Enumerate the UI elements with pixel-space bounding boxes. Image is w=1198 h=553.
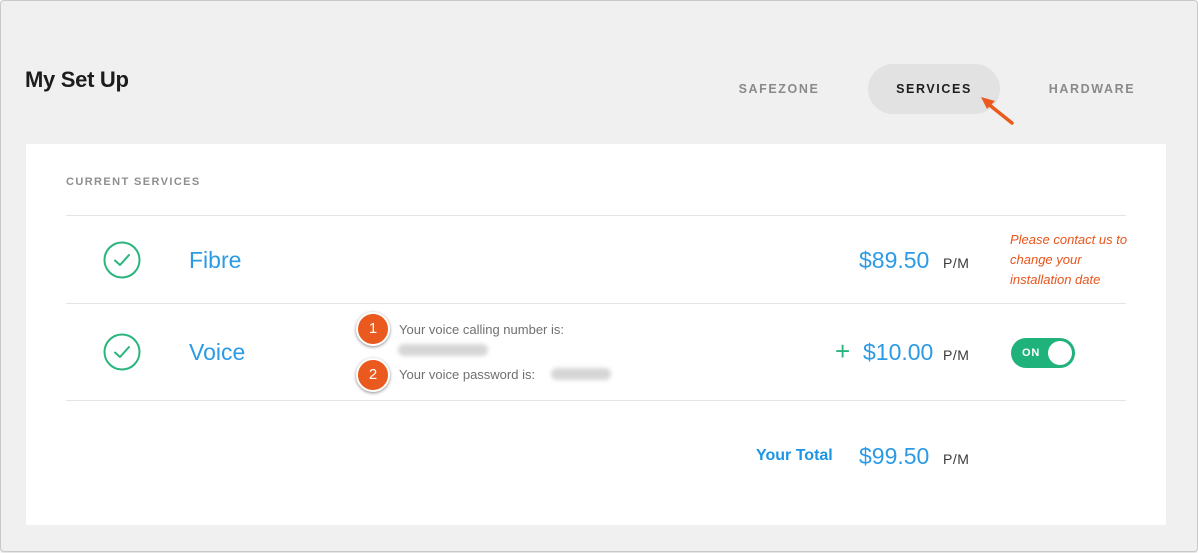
annotation-badge-1: 1 [356, 312, 390, 346]
voice-toggle[interactable]: ON [1011, 338, 1075, 368]
check-circle-icon [103, 241, 141, 279]
calling-number-label: Your voice calling number is: [399, 322, 564, 337]
annotation-badge-2: 2 [356, 358, 390, 392]
service-name-fibre: Fibre [189, 247, 242, 273]
price-fibre: $89.50 [859, 247, 930, 273]
redacted-password [551, 368, 611, 380]
section-heading: CURRENT SERVICES [66, 176, 201, 188]
total-price: $99.50 [859, 443, 930, 469]
plus-icon: + [835, 336, 851, 366]
total-period: P/M [943, 451, 970, 467]
setup-panel: My Set Up SAFEZONE SERVICES HARDWARE CUR… [0, 0, 1198, 552]
tab-safezone[interactable]: SAFEZONE [717, 64, 841, 114]
tab-hardware[interactable]: HARDWARE [1026, 64, 1158, 114]
toggle-knob [1048, 341, 1072, 365]
check-circle-icon [103, 333, 141, 371]
toggle-label: ON [1022, 347, 1041, 359]
period-fibre: P/M [943, 255, 970, 271]
divider [66, 215, 1126, 216]
divider [66, 303, 1126, 304]
service-name-voice: Voice [189, 339, 246, 365]
price-voice: $10.00 [863, 339, 934, 365]
current-services-card: CURRENT SERVICES Fibre $89.50 P/M Please… [26, 144, 1166, 525]
total-label: Your Total [756, 447, 833, 464]
divider [66, 400, 1126, 401]
redacted-calling-number [398, 344, 488, 356]
password-label: Your voice password is: [399, 367, 536, 382]
period-voice: P/M [943, 347, 970, 363]
page-title: My Set Up [25, 67, 129, 92]
installation-note: Please contact us to change your install… [1010, 232, 1128, 287]
annotation-arrow-icon [981, 97, 1014, 125]
